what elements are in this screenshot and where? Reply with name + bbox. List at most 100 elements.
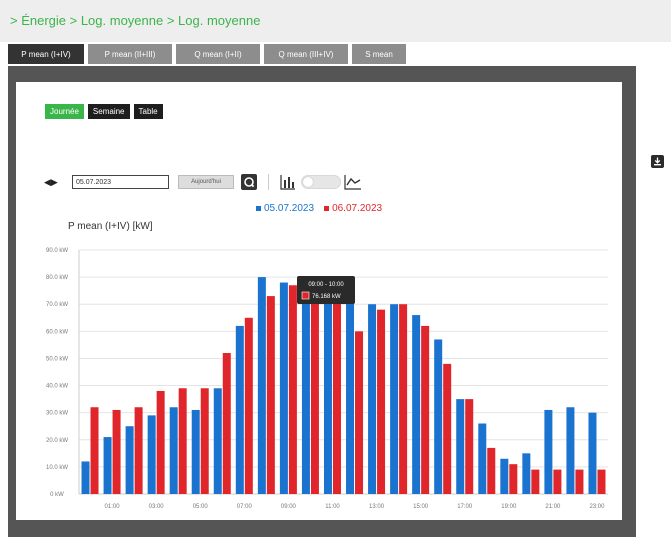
- tab-s-mean[interactable]: S mean: [352, 44, 406, 64]
- bar-series1: [323, 290, 332, 494]
- x-tick-label: 07:00: [237, 504, 253, 510]
- download-icon: [654, 157, 661, 166]
- x-tick-label: 13:00: [369, 504, 385, 510]
- x-tick-label: 19:00: [501, 504, 517, 510]
- bar-series2: [310, 285, 319, 494]
- y-tick-label: 10.0 kW: [46, 465, 68, 471]
- toolbar-separator: [268, 174, 269, 190]
- tab-q-mean-i-ii[interactable]: Q mean (I+II): [176, 44, 260, 64]
- bar-chart: 0 kW 10.0 kW 20.0 kW 30.0 kW 40.0 kW 50.0 kW 6…: [46, 248, 608, 510]
- bar-series2: [553, 469, 562, 494]
- bar-series2: [244, 317, 253, 494]
- legend-item-series1[interactable]: 05.07.2023: [256, 203, 314, 214]
- bar-series1: [412, 315, 421, 494]
- x-tick-label: 23:00: [589, 504, 605, 510]
- bar-series2: [355, 331, 364, 494]
- bar-series2: [509, 464, 518, 494]
- today-button[interactable]: Aujourd'hui: [178, 175, 234, 189]
- refresh-icon: [244, 177, 255, 188]
- bar-series1: [434, 339, 443, 494]
- x-tick-label: 21:00: [545, 504, 561, 510]
- day-view-button[interactable]: Journée: [45, 104, 84, 119]
- bar-series2: [332, 287, 341, 494]
- bar-series1: [390, 304, 399, 494]
- line-chart-icon[interactable]: [344, 174, 362, 190]
- tab-bar: P mean (I+IV) P mean (II+III) Q mean (I+…: [8, 44, 406, 64]
- view-selector: Journée Semaine Table: [45, 104, 163, 119]
- bar-series1: [235, 325, 244, 494]
- export-button[interactable]: [651, 155, 664, 168]
- bar-series1: [500, 458, 509, 494]
- bar-series1: [147, 415, 156, 494]
- y-tick-label: 60.0 kW: [46, 329, 68, 335]
- legend-swatch-series1: [256, 206, 261, 211]
- date-nav-arrows[interactable]: ◀▶: [44, 177, 58, 188]
- bar-series1: [522, 453, 531, 494]
- bar-series2: [288, 285, 297, 494]
- x-tick-label: 15:00: [413, 504, 429, 510]
- tooltip-swatch: [301, 291, 310, 300]
- bar-series2: [597, 469, 606, 494]
- bar-series2: [421, 325, 430, 494]
- bar-series2: [200, 388, 209, 494]
- y-axis-label: P mean (I+IV) [kW]: [68, 221, 153, 232]
- bar-series2: [134, 407, 143, 494]
- bar-series2: [575, 469, 584, 494]
- bar-series1: [478, 423, 487, 494]
- bar-series1: [544, 409, 553, 494]
- legend-label-series1: 05.07.2023: [264, 203, 315, 214]
- bar-series2: [266, 296, 275, 494]
- x-tick-label: 17:00: [457, 504, 473, 510]
- legend-label-series2: 06.07.2023: [332, 203, 383, 214]
- bar-series2: [399, 304, 408, 494]
- bar-series1: [213, 388, 222, 494]
- bar-series1: [368, 304, 377, 494]
- bar-series2: [178, 388, 187, 494]
- bar-series2: [531, 469, 540, 494]
- bar-series1: [103, 437, 112, 494]
- y-tick-label: 80.0 kW: [46, 275, 68, 281]
- bar-series2: [222, 353, 231, 494]
- tab-p-mean-ii-iii[interactable]: P mean (II+III): [88, 44, 172, 64]
- tooltip-value: 76.168 kW: [312, 294, 341, 300]
- x-tick-label: 09:00: [281, 504, 297, 510]
- y-tick-label: 0 kW: [50, 492, 64, 498]
- bar-series1: [346, 293, 355, 494]
- chart-type-toggle[interactable]: [301, 175, 341, 189]
- tooltip-time: 09:00 - 10:00: [308, 282, 344, 288]
- x-tick-label: 11:00: [325, 504, 340, 510]
- top-bar: > Énergie > Log. moyenne > Log. moyenne: [0, 0, 671, 42]
- y-tick-label: 50.0 kW: [46, 356, 68, 362]
- week-view-button[interactable]: Semaine: [87, 104, 130, 119]
- bar-series2: [90, 407, 99, 494]
- bar-series1: [125, 426, 134, 494]
- y-tick-label: 20.0 kW: [46, 438, 68, 444]
- bar-series2: [156, 390, 165, 494]
- x-tick-label: 05:00: [193, 504, 209, 510]
- x-tick-label: 03:00: [149, 504, 165, 510]
- legend-item-series2[interactable]: 06.07.2023: [324, 203, 382, 214]
- chart-legend: 05.07.2023 06.07.2023: [256, 203, 382, 214]
- bar-series1: [588, 412, 597, 494]
- bar-series1: [279, 282, 288, 494]
- bar-series1: [81, 461, 90, 494]
- tab-q-mean-iii-iv[interactable]: Q mean (III+IV): [264, 44, 348, 64]
- x-tick-label: 01:00: [105, 504, 121, 510]
- bar-series2: [112, 409, 121, 494]
- bar-series1: [301, 282, 310, 494]
- breadcrumb[interactable]: > Énergie > Log. moyenne > Log. moyenne: [10, 13, 260, 28]
- y-tick-label: 90.0 kW: [46, 248, 68, 254]
- tab-p-mean-i-iv[interactable]: P mean (I+IV): [8, 44, 84, 64]
- bar-chart-icon[interactable]: [280, 174, 296, 190]
- bar-series2: [465, 399, 474, 494]
- table-view-button[interactable]: Table: [133, 104, 163, 119]
- date-input[interactable]: [72, 175, 169, 189]
- refresh-button[interactable]: [241, 174, 257, 190]
- bar-series1: [456, 399, 465, 494]
- bar-series2: [487, 447, 496, 494]
- bar-series1: [566, 407, 575, 494]
- bar-series1: [169, 407, 178, 494]
- bar-series2: [443, 363, 452, 494]
- y-tick-label: 70.0 kW: [46, 302, 68, 308]
- y-tick-label: 30.0 kW: [46, 411, 68, 417]
